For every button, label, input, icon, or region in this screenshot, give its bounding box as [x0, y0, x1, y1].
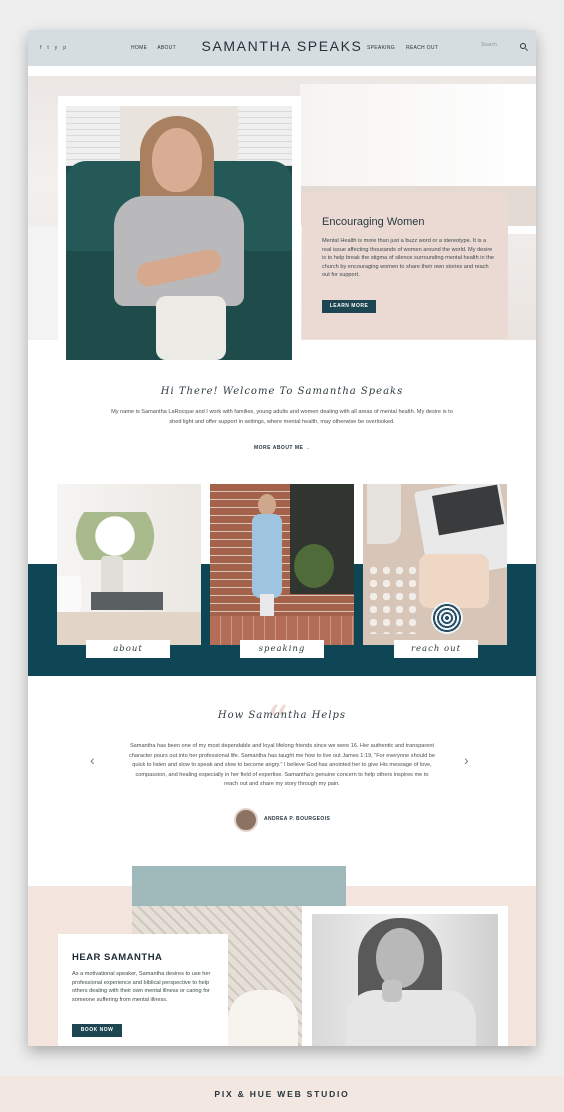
legs-shape [156, 296, 226, 360]
white-flowers-image [75, 512, 175, 560]
learn-more-button[interactable]: LEARN MORE [322, 300, 376, 313]
face-shape [152, 128, 202, 192]
studio-footer: PIX & HUE WEB STUDIO [0, 1076, 564, 1112]
woman-dress-shape [252, 514, 282, 598]
hero-text-box: Encouraging Women Mental Health is more … [302, 193, 508, 339]
about-tile-image[interactable] [57, 484, 201, 645]
hero-title: Encouraging Women [322, 216, 425, 228]
page-frame: f t y p HOME ABOUT SAMANTHA SPEAKS SPEAK… [28, 30, 536, 1046]
mug-image [57, 576, 81, 612]
welcome-title: Hi There! Welcome To Samantha Speaks [160, 386, 404, 397]
arrow-right-icon: → [305, 445, 311, 451]
avatar [234, 808, 258, 832]
shirt-shape [114, 196, 244, 306]
notebook-image [367, 484, 401, 544]
testimonial-quote: Samantha has been one of my most dependa… [128, 743, 436, 788]
site-logo[interactable]: SAMANTHA SPEAKS [28, 38, 536, 54]
vase-image [101, 556, 123, 596]
plant-image [294, 544, 334, 588]
peony-flowers-image [228, 990, 298, 1046]
wood-beads-image [367, 564, 419, 634]
hero-body: Mental Health is more than just a buzz w… [322, 238, 494, 279]
search-input[interactable]: Search [481, 42, 497, 48]
body-shape [346, 990, 476, 1046]
nav-reach-out[interactable]: REACH OUT [406, 45, 438, 51]
shutter-image [66, 106, 120, 166]
more-about-me-label: MORE ABOUT ME [254, 445, 304, 451]
site-header: f t y p HOME ABOUT SAMANTHA SPEAKS SPEAK… [28, 30, 536, 66]
hand-shape [382, 980, 402, 1002]
quote-mark-icon: “ [266, 697, 289, 748]
nav-right: SPEAKING REACH OUT [367, 30, 438, 66]
blanket-image [28, 226, 58, 340]
nav-speaking[interactable]: SPEAKING [367, 45, 395, 51]
testimonial-author: ANDREA P. BOURGEOIS [264, 816, 331, 822]
tile-label-reach-out[interactable]: reach out [394, 640, 478, 658]
coaster-image [431, 602, 463, 634]
hear-body: As a motivational speaker, Samantha desi… [72, 971, 211, 1004]
face-shape [376, 928, 424, 988]
testimonial-title: How Samantha Helps [217, 710, 347, 721]
search-icon[interactable] [520, 43, 526, 49]
books-image [91, 592, 163, 610]
bw-portrait-photo [312, 914, 498, 1046]
chevron-left-icon[interactable]: ‹ [90, 752, 95, 768]
pillow-image [419, 554, 489, 608]
hero-portrait-photo [66, 106, 292, 360]
hear-title: HEAR SAMANTHA [72, 952, 163, 963]
book-now-button[interactable]: BOOK NOW [72, 1024, 122, 1037]
shutter-image [238, 106, 292, 166]
tile-label-about[interactable]: about [86, 640, 170, 658]
hear-samantha-box: HEAR SAMANTHA As a motivational speaker,… [58, 934, 228, 1046]
tile-label-speaking[interactable]: speaking [240, 640, 324, 658]
window-image [132, 866, 346, 906]
woman-head-shape [258, 494, 276, 516]
welcome-body: My name is Samantha LaRocque and I work … [111, 409, 453, 425]
chevron-right-icon[interactable]: › [464, 752, 469, 768]
speaking-tile-image[interactable] [210, 484, 354, 645]
reach-out-tile-image[interactable] [363, 484, 507, 645]
more-about-me-link[interactable]: MORE ABOUT ME → [254, 445, 311, 451]
